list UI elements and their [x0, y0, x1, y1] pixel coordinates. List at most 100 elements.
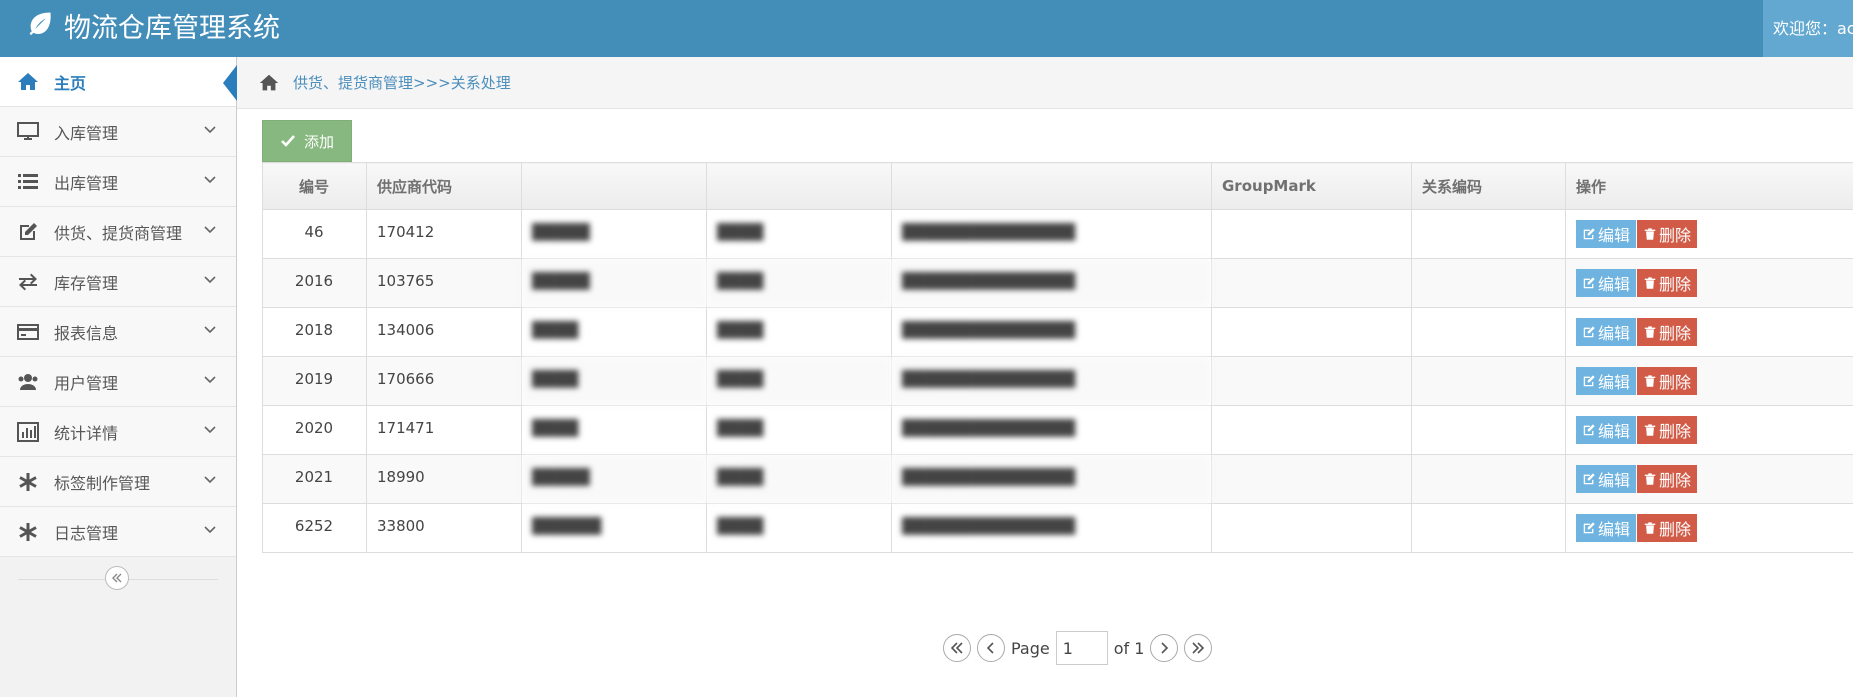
sidebar-item-labels[interactable]: 标签制作管理	[0, 457, 236, 507]
brand[interactable]: 物流仓库管理系统	[26, 0, 280, 57]
credit-card-icon	[15, 319, 41, 345]
sidebar-item-supplier[interactable]: 供货、提货商管理	[0, 207, 236, 257]
cell-group-mark	[1211, 307, 1412, 357]
sidebar-item-statistics[interactable]: 统计详情	[0, 407, 236, 457]
cell-id: 2016	[262, 258, 367, 308]
delete-button[interactable]: 删除	[1637, 465, 1698, 493]
asterisk-icon	[15, 469, 41, 495]
delete-button[interactable]: 删除	[1637, 220, 1698, 248]
home-icon[interactable]	[257, 72, 281, 94]
table-row[interactable]: 2020 171471 ████ ████ ███████████████ 编辑 删除	[262, 405, 1853, 455]
column-header-4[interactable]	[706, 162, 892, 210]
cell-actions: 编辑 删除	[1565, 209, 1853, 259]
delete-button[interactable]: 删除	[1637, 514, 1698, 542]
page-number-input[interactable]	[1055, 631, 1108, 665]
next-page-button[interactable]	[1150, 634, 1179, 662]
trash-icon	[1644, 375, 1656, 387]
cell-redacted-3: █████	[521, 454, 707, 504]
trash-icon	[1644, 473, 1656, 485]
prev-page-button[interactable]	[977, 634, 1005, 662]
edit-icon	[1583, 522, 1595, 534]
chevron-left-icon	[986, 642, 994, 654]
column-header-supplier-code[interactable]: 供应商代码	[366, 162, 522, 210]
edit-icon	[1583, 277, 1595, 289]
cell-supplier-code: 18990	[366, 454, 522, 504]
trash-icon	[1644, 277, 1656, 289]
breadcrumb: 供货、提货商管理>>>关系处理	[237, 57, 1853, 109]
cell-relation-code	[1411, 209, 1566, 259]
edit-button[interactable]: 编辑	[1576, 514, 1637, 542]
chevron-down-icon	[204, 276, 216, 284]
edit-button[interactable]: 编辑	[1576, 465, 1637, 493]
edit-icon	[15, 219, 41, 245]
sidebar-item-home[interactable]: 主页	[0, 57, 237, 107]
breadcrumb-text[interactable]: 供货、提货商管理>>>关系处理	[293, 72, 511, 93]
cell-supplier-code: 103765	[366, 258, 522, 308]
edit-button[interactable]: 编辑	[1576, 318, 1637, 346]
table-row[interactable]: 2019 170666 ████ ████ ███████████████ 编辑 删除	[262, 356, 1853, 406]
home-icon	[15, 69, 41, 95]
user-menu[interactable]: 欢迎您：ac	[1763, 0, 1853, 57]
exchange-icon	[15, 269, 41, 295]
cell-redacted-5: ███████████████	[891, 405, 1212, 455]
sidebar-item-label: 标签制作管理	[54, 473, 151, 493]
cell-relation-code	[1411, 307, 1566, 357]
add-button[interactable]: 添加	[262, 120, 352, 162]
sidebar-item-reports[interactable]: 报表信息	[0, 307, 236, 357]
leaf-icon	[26, 0, 54, 57]
table-body: 46 170412 █████ ████ ███████████████ 编辑 删除 2016…	[262, 209, 1853, 553]
cell-redacted-3: ████	[521, 356, 707, 406]
cell-supplier-code: 170666	[366, 356, 522, 406]
column-header-relation-code[interactable]: 关系编码	[1411, 162, 1566, 210]
table-row[interactable]: 2018 134006 ████ ████ ███████████████ 编辑 删除	[262, 307, 1853, 357]
sidebar-item-label: 主页	[54, 73, 87, 93]
column-header-5[interactable]	[891, 162, 1212, 210]
edit-button-label: 编辑	[1598, 373, 1631, 392]
sidebar-collapse-button[interactable]	[105, 566, 129, 590]
delete-button[interactable]: 删除	[1637, 318, 1698, 346]
sidebar-item-inbound[interactable]: 入库管理	[0, 107, 236, 157]
edit-button[interactable]: 编辑	[1576, 220, 1637, 248]
table-row[interactable]: 46 170412 █████ ████ ███████████████ 编辑 删除	[262, 209, 1853, 259]
first-page-button[interactable]	[943, 634, 971, 662]
column-header-3[interactable]	[521, 162, 707, 210]
cell-redacted-3: ██████	[521, 503, 707, 553]
cell-id: 2020	[262, 405, 367, 455]
sidebar-item-inventory[interactable]: 库存管理	[0, 257, 236, 307]
cell-id: 46	[262, 209, 367, 259]
bar-chart-icon	[15, 419, 41, 445]
column-header-group-mark[interactable]: GroupMark	[1211, 162, 1412, 210]
edit-button[interactable]: 编辑	[1576, 416, 1637, 444]
table-row[interactable]: 2021 18990 █████ ████ ███████████████ 编辑 删除	[262, 454, 1853, 504]
cell-redacted-4: ████	[706, 405, 892, 455]
asterisk-icon	[15, 519, 41, 545]
delete-button[interactable]: 删除	[1637, 269, 1698, 297]
edit-button[interactable]: 编辑	[1576, 269, 1637, 297]
sidebar-item-label: 供货、提货商管理	[54, 223, 183, 243]
trash-icon	[1644, 522, 1656, 534]
sidebar-item-users[interactable]: 用户管理	[0, 357, 236, 407]
cell-supplier-code: 134006	[366, 307, 522, 357]
table-row[interactable]: 2016 103765 █████ ████ ███████████████ 编辑 删除	[262, 258, 1853, 308]
cell-redacted-4: ████	[706, 258, 892, 308]
last-page-button[interactable]	[1184, 634, 1213, 662]
cell-id: 6252	[262, 503, 367, 553]
table-row[interactable]: 6252 33800 ██████ ████ ███████████████ 编辑 删除	[262, 503, 1853, 553]
column-header-id[interactable]: 编号	[262, 162, 367, 210]
cell-actions: 编辑 删除	[1565, 454, 1853, 504]
cell-relation-code	[1411, 356, 1566, 406]
add-button-label: 添加	[303, 132, 334, 151]
sidebar-item-logs[interactable]: 日志管理	[0, 507, 236, 557]
edit-button[interactable]: 编辑	[1576, 367, 1637, 395]
delete-button[interactable]: 删除	[1637, 416, 1698, 444]
trash-icon	[1644, 326, 1656, 338]
delete-button-label: 删除	[1659, 471, 1692, 490]
relation-table: 编号 供应商代码 GroupMark 关系编码 操作 46 170412 █████…	[262, 162, 1853, 553]
delete-button[interactable]: 删除	[1637, 367, 1698, 395]
cell-actions: 编辑 删除	[1565, 258, 1853, 308]
cell-supplier-code: 33800	[366, 503, 522, 553]
users-icon	[15, 369, 41, 395]
cell-redacted-4: ████	[706, 454, 892, 504]
sidebar-item-outbound[interactable]: 出库管理	[0, 157, 236, 207]
cell-group-mark	[1211, 454, 1412, 504]
